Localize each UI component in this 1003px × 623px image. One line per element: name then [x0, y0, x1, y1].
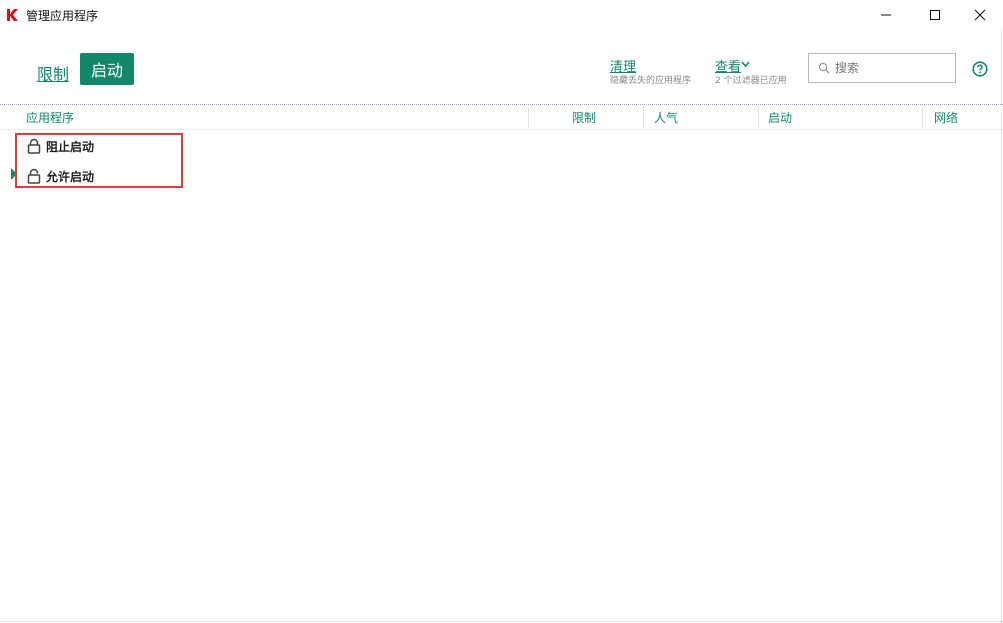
column-separator[interactable] [922, 108, 923, 128]
kaspersky-k-logo [7, 9, 18, 21]
highlight-annotation [15, 133, 183, 188]
window-edge [1001, 30, 1002, 623]
view-filter-status: 2 个过滤器已应用 [715, 76, 787, 86]
column-header-startup[interactable]: 启动 [768, 109, 792, 126]
tab-restrict[interactable]: 限制 [37, 61, 69, 85]
search-icon [818, 62, 830, 74]
window-edge [0, 621, 1003, 622]
column-separator[interactable] [528, 108, 529, 128]
column-header-restriction[interactable]: 限制 [572, 109, 596, 126]
close-button[interactable] [957, 0, 1003, 30]
minimize-button[interactable] [863, 0, 909, 30]
column-header-application[interactable]: 应用程序 [26, 109, 74, 126]
question-circle-icon[interactable] [972, 61, 988, 77]
chevron-down-icon[interactable] [741, 60, 750, 68]
header-divider [0, 129, 1003, 130]
window-title: 管理应用程序 [26, 9, 99, 23]
column-header-network[interactable]: 网络 [934, 109, 958, 126]
column-separator[interactable] [643, 108, 644, 128]
search-box[interactable] [808, 53, 956, 83]
title-bar: 管理应用程序 [0, 0, 1003, 30]
column-header-popularity[interactable]: 人气 [654, 109, 678, 126]
tab-startup[interactable]: 启动 [80, 53, 134, 85]
search-input[interactable] [835, 60, 945, 76]
minimize-icon [881, 14, 891, 16]
toolbar-divider [0, 104, 1003, 105]
maximize-icon [930, 10, 940, 20]
clean-description: 隐藏丢失的应用程序 [610, 76, 692, 86]
close-icon [974, 9, 986, 21]
column-separator[interactable] [758, 108, 759, 128]
maximize-button[interactable] [912, 0, 958, 30]
